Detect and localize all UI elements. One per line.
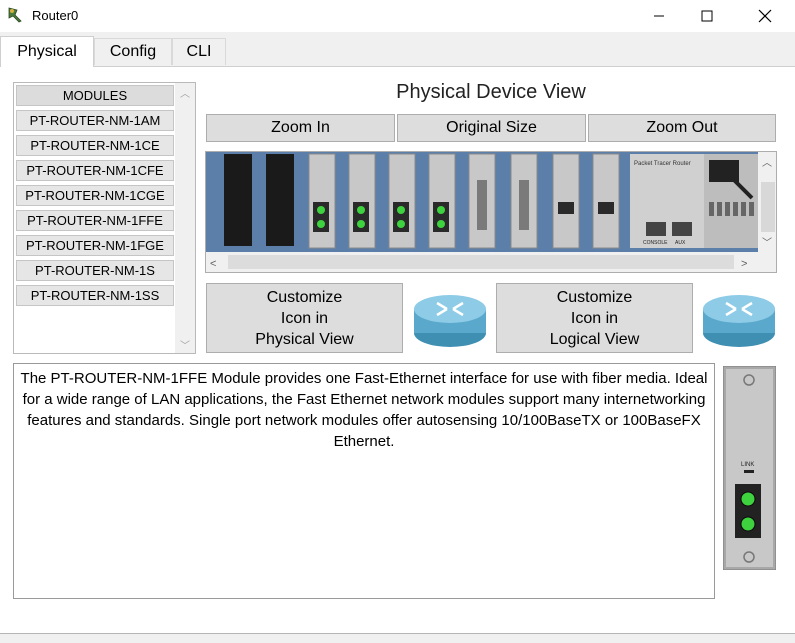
device-brand-label: Packet Tracer Router	[634, 161, 691, 167]
zoom-in-button[interactable]: Zoom In	[206, 114, 395, 142]
module-item[interactable]: PT-ROUTER-NM-1SS	[16, 285, 174, 306]
module-item[interactable]: PT-ROUTER-NM-1FFE	[16, 210, 174, 231]
module-preview-link-label: LINK	[741, 462, 754, 468]
tab-bar: Physical Config CLI	[0, 36, 795, 67]
minimize-icon	[654, 15, 664, 17]
device-scroll-left-icon[interactable]: <	[210, 258, 216, 270]
device-scroll-down-icon[interactable]: ﹀	[762, 237, 772, 249]
customize-physical-line1: Customize	[266, 288, 343, 306]
module-item[interactable]: PT-ROUTER-NM-1AM	[16, 110, 174, 131]
original-size-button[interactable]: Original Size	[397, 114, 586, 142]
scroll-up-icon[interactable]: ︿	[175, 83, 195, 101]
customize-physical-line3: Physical View	[255, 330, 354, 348]
router-app-icon	[8, 7, 22, 23]
modules-scrollbar[interactable]: ︿ ﹀	[175, 83, 195, 353]
router-logical-icon	[703, 295, 775, 347]
customize-logical-line2: Icon in	[570, 309, 619, 327]
module-item[interactable]: PT-ROUTER-NM-1S	[16, 260, 174, 281]
customize-logical-icon-button[interactable]: Customize Icon in Logical View	[496, 283, 693, 353]
module-item[interactable]: PT-ROUTER-NM-1CGE	[16, 185, 174, 206]
tab-cli[interactable]: CLI	[172, 38, 226, 65]
close-icon	[758, 9, 772, 23]
router-chassis-image: Packet Tracer Router CONSOLE AUX ︿ ﹀ < >	[206, 152, 776, 272]
modules-header: MODULES	[16, 85, 174, 106]
maximize-button[interactable]	[684, 0, 730, 32]
maximize-icon	[701, 10, 713, 22]
close-button[interactable]	[742, 0, 788, 32]
customize-logical-line3: Logical View	[549, 330, 640, 348]
device-scroll-up-icon[interactable]: ︿	[762, 158, 772, 169]
customize-logical-line1: Customize	[556, 288, 633, 306]
aux-port-label: AUX	[675, 240, 686, 246]
minimize-button[interactable]	[636, 0, 682, 32]
window-title: Router0	[32, 8, 79, 23]
modules-list: MODULES PT-ROUTER-NM-1AM PT-ROUTER-NM-1C…	[13, 82, 196, 354]
console-port-label: CONSOLE	[643, 240, 668, 246]
device-view[interactable]: Packet Tracer Router CONSOLE AUX ︿ ﹀ < >	[205, 151, 777, 273]
module-item[interactable]: PT-ROUTER-NM-1CFE	[16, 160, 174, 181]
physical-device-view-title: Physical Device View	[396, 81, 586, 103]
customize-physical-icon-button[interactable]: Customize Icon in Physical View	[206, 283, 403, 353]
scroll-down-icon[interactable]: ﹀	[175, 335, 195, 353]
module-item[interactable]: PT-ROUTER-NM-1FGE	[16, 235, 174, 256]
router-physical-icon	[414, 295, 486, 347]
module-item[interactable]: PT-ROUTER-NM-1CE	[16, 135, 174, 156]
module-preview-image: LINK	[723, 366, 776, 570]
title-bar: Router0	[0, 0, 795, 32]
zoom-out-button[interactable]: Zoom Out	[588, 114, 776, 142]
tab-config[interactable]: Config	[94, 38, 172, 65]
module-description: The PT-ROUTER-NM-1FFE Module provides on…	[13, 363, 715, 599]
customize-physical-line2: Icon in	[280, 309, 329, 327]
device-scroll-right-icon[interactable]: >	[741, 258, 747, 270]
tab-physical[interactable]: Physical	[0, 36, 94, 67]
